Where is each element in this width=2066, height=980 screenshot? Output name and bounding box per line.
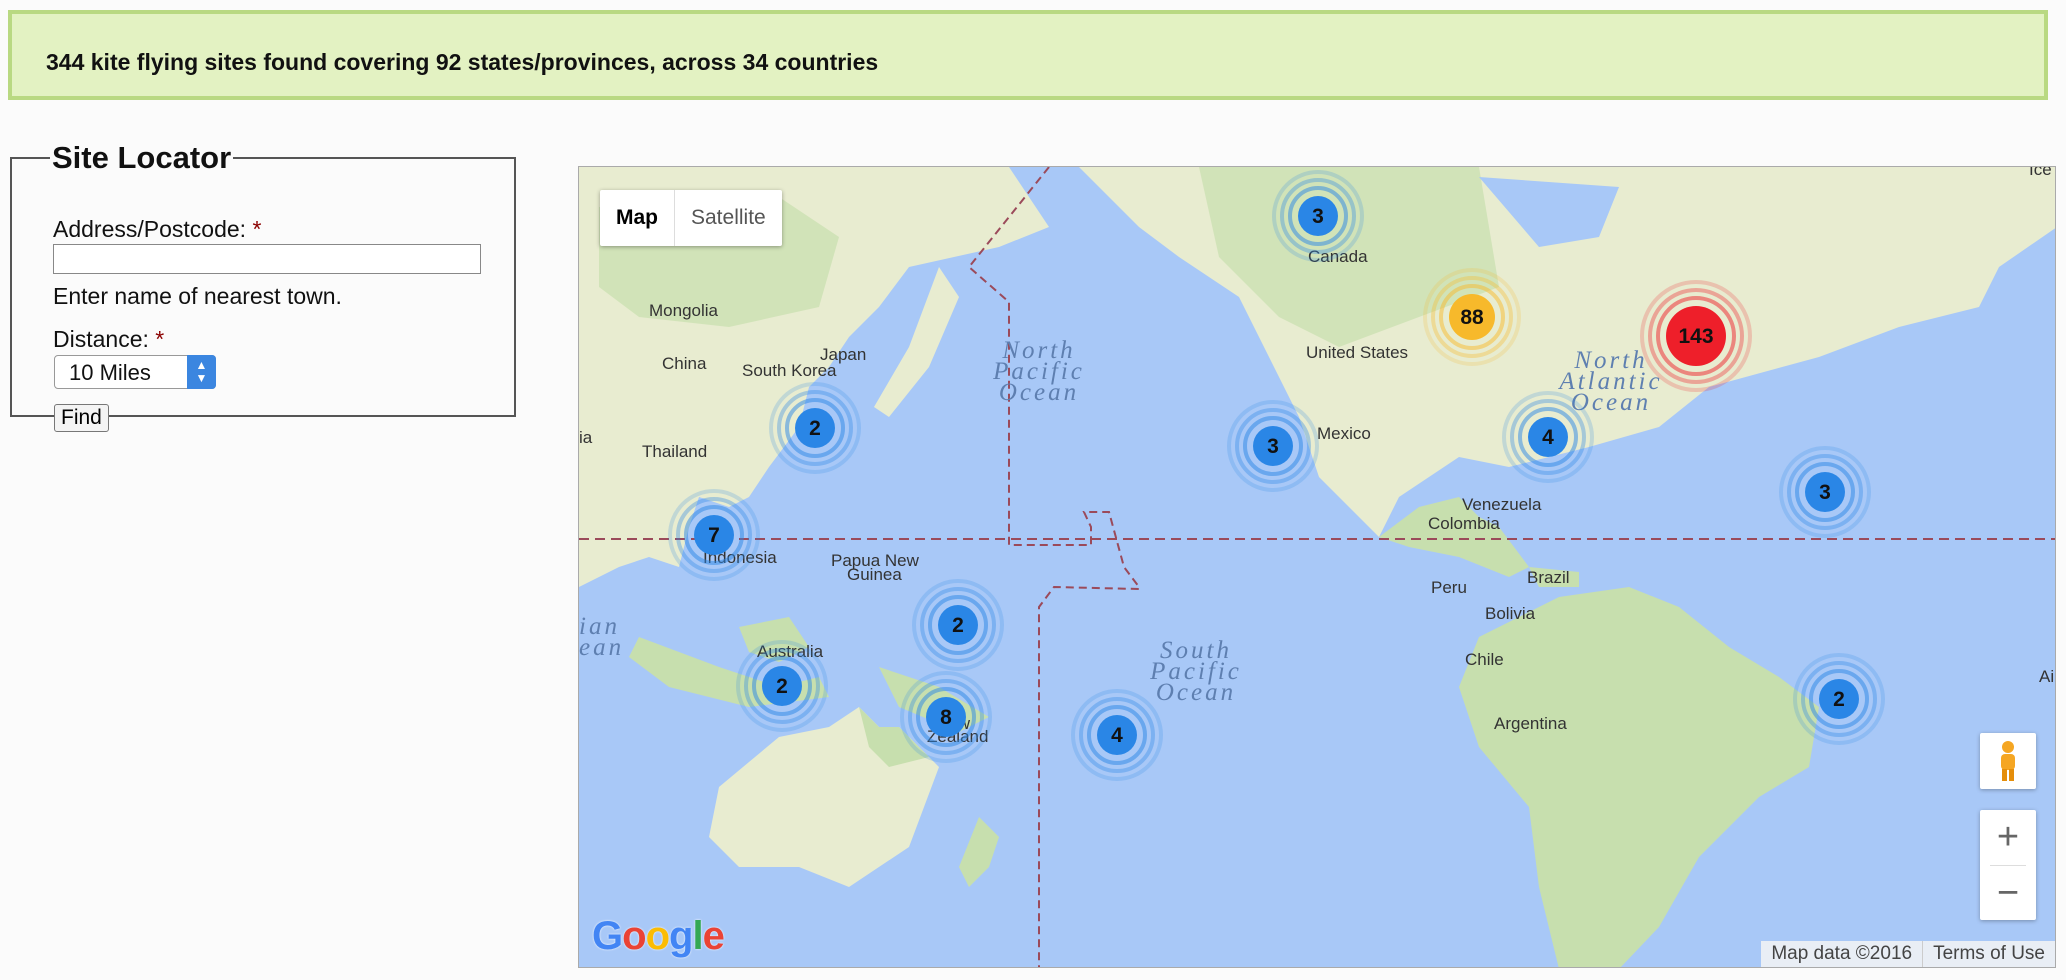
address-input[interactable]: [53, 244, 481, 274]
site-locator-form: Site Locator Address/Postcode: * Enter n…: [10, 140, 516, 432]
cluster-count: 2: [776, 675, 788, 698]
select-arrows-icon: ▲ ▼: [187, 355, 216, 389]
map-attribution-bar: Map data ©2016 Terms of Use: [1761, 941, 2055, 967]
label-thailand: Thailand: [642, 442, 707, 461]
cluster-count: 7: [708, 524, 720, 547]
label-mexico: Mexico: [1317, 424, 1371, 443]
results-summary-text: 344 kite flying sites found covering 92 …: [46, 49, 879, 75]
npo-line-3: Ocean: [999, 379, 1079, 406]
street-view-pegman[interactable]: [1980, 733, 2036, 789]
cluster-marker-west-us[interactable]: 88: [1423, 268, 1521, 366]
required-mark: *: [252, 216, 262, 242]
label-mongolia: Mongolia: [649, 301, 719, 320]
cluster-count: 2: [1833, 688, 1845, 711]
terms-of-use-link[interactable]: Terms of Use: [1922, 941, 2055, 967]
label-bolivia: Bolivia: [1485, 604, 1536, 623]
cluster-count: 8: [940, 706, 952, 729]
cluster-count: 4: [1542, 426, 1554, 449]
label-ia: ia: [579, 428, 593, 447]
results-summary-banner: 344 kite flying sites found covering 92 …: [8, 10, 2048, 100]
site-locator-legend: Site Locator: [52, 140, 232, 175]
find-button[interactable]: Find: [54, 404, 109, 432]
address-label: Address/Postcode: *: [53, 216, 261, 243]
label-png-2: Guinea: [847, 565, 902, 584]
label-japan: Japan: [820, 345, 866, 364]
label-peru: Peru: [1431, 578, 1467, 597]
label-brazil: Brazil: [1527, 568, 1570, 587]
address-label-text: Address/Postcode:: [53, 216, 247, 242]
zoom-control: + −: [1980, 810, 2036, 920]
cluster-count: 4: [1111, 724, 1123, 747]
cluster-count: 3: [1819, 481, 1831, 504]
distance-label: Distance: *: [53, 326, 164, 353]
cluster-count: 3: [1267, 435, 1279, 458]
label-chile: Chile: [1465, 650, 1504, 669]
map-tiles: Mongolia China South Korea Japan Thailan…: [579, 167, 2055, 967]
address-hint: Enter name of nearest town.: [53, 283, 342, 309]
cluster-count: 3: [1312, 205, 1324, 228]
distance-selected-value: 10 Miles: [69, 360, 151, 385]
google-logo[interactable]: Google: [592, 914, 725, 959]
label-indian-2: ean: [579, 634, 624, 661]
cluster-count: 143: [1678, 325, 1713, 348]
label-iceland: Ice: [2029, 167, 2052, 179]
label-china: China: [662, 354, 707, 373]
cluster-count: 2: [952, 614, 964, 637]
zoom-in-button[interactable]: +: [1980, 810, 2036, 865]
label-argentina: Argentina: [1494, 714, 1567, 733]
map-type-satellite-button[interactable]: Satellite: [674, 190, 782, 246]
pegman-icon: [2001, 741, 2015, 781]
label-north-pacific-ocean: North Pacific Ocean: [992, 337, 1082, 406]
label-venezuela: Venezuela: [1462, 495, 1542, 514]
map-data-attribution: Map data ©2016: [1771, 943, 1913, 964]
label-colombia: Colombia: [1428, 514, 1500, 533]
map-canvas[interactable]: Mongolia China South Korea Japan Thailan…: [578, 166, 2056, 968]
label-ai: Ai: [2039, 667, 2054, 686]
zoom-out-button[interactable]: −: [1980, 866, 2036, 921]
spo-line-3: Ocean: [1156, 679, 1236, 706]
map-type-map-button[interactable]: Map: [600, 190, 674, 246]
map-type-control: Map Satellite: [600, 190, 782, 246]
label-usa: United States: [1306, 343, 1408, 362]
cluster-count: 2: [809, 417, 821, 440]
cluster-count: 88: [1460, 306, 1484, 329]
cluster-marker-east-us[interactable]: 143: [1640, 280, 1752, 392]
distance-select[interactable]: 10 Miles ▲ ▼: [54, 355, 216, 389]
required-mark: *: [155, 326, 165, 352]
label-south-pacific-ocean: South Pacific Ocean: [1149, 637, 1239, 706]
distance-label-text: Distance:: [53, 326, 149, 352]
